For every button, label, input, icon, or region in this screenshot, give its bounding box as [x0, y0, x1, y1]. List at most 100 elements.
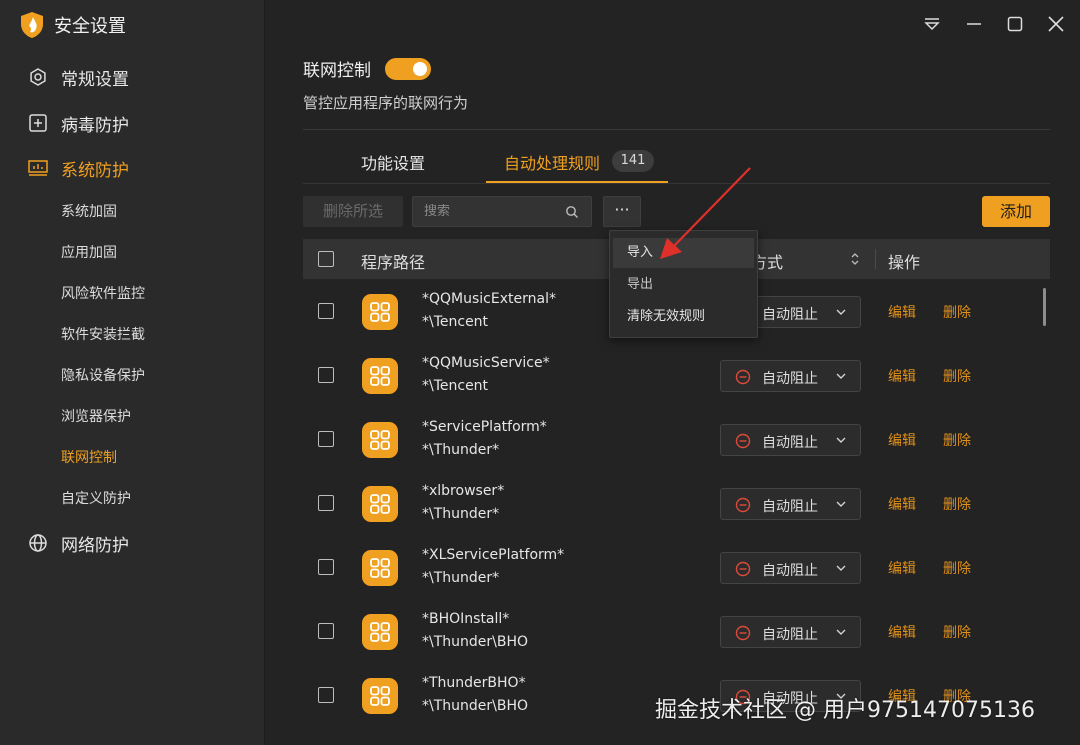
row-checkbox[interactable] [318, 687, 334, 703]
app-grid-icon [362, 422, 398, 458]
block-icon [735, 561, 751, 577]
table-row: *QQMusicService* *\Tencent 自动阻止 编辑 删除 [303, 344, 1050, 408]
tab-auto-rules[interactable]: 自动处理规则 [504, 150, 600, 174]
delete-link[interactable]: 删除 [943, 302, 971, 322]
sidebar-subitem-install-block[interactable]: 软件安装拦截 [61, 325, 145, 345]
program-path: *\Thunder\BHO [422, 634, 529, 650]
program-path: *\Thunder* [422, 570, 500, 586]
program-path: *\Thunder\BHO [422, 698, 529, 714]
sidebar-subitem-privacy-device[interactable]: 隐私设备保护 [61, 366, 145, 386]
more-options-menu: 导入 导出 清除无效规则 [609, 230, 758, 338]
program-path: *\Tencent [422, 378, 489, 394]
search-input[interactable] [424, 204, 554, 219]
maximize-icon[interactable] [1005, 14, 1025, 34]
app-grid-icon [362, 358, 398, 394]
chevron-down-icon [836, 437, 846, 443]
edit-link[interactable]: 编辑 [888, 366, 916, 386]
program-name: *BHOInstall* [422, 611, 510, 627]
block-icon [735, 497, 751, 513]
sidebar-subitem-browser[interactable]: 浏览器保护 [61, 407, 131, 427]
edit-link[interactable]: 编辑 [888, 622, 916, 642]
page-title: 联网控制 [303, 61, 371, 81]
sidebar-item-label: 常规设置 [61, 69, 129, 90]
globe-icon [29, 534, 47, 552]
delete-link[interactable]: 删除 [943, 430, 971, 450]
action-label: 自动阻止 [762, 563, 818, 579]
select-all-checkbox[interactable] [318, 251, 334, 267]
action-select[interactable]: 自动阻止 [720, 616, 861, 648]
page-description: 管控应用程序的联网行为 [303, 94, 469, 112]
action-select[interactable]: 自动阻止 [720, 424, 861, 456]
edit-link[interactable]: 编辑 [888, 430, 916, 450]
app-grid-icon [362, 678, 398, 714]
sidebar-item-label: 系统防护 [61, 160, 129, 181]
menu-item-clear-invalid[interactable]: 清除无效规则 [613, 302, 754, 332]
sidebar-subitem-system-harden[interactable]: 系统加固 [61, 202, 117, 222]
app-grid-icon [362, 614, 398, 650]
scrollbar-thumb[interactable] [1043, 288, 1046, 326]
delete-selected-button[interactable]: 删除所选 [303, 196, 403, 227]
gear-icon [30, 68, 46, 86]
app-title: 安全设置 [54, 16, 126, 37]
delete-link[interactable]: 删除 [943, 622, 971, 642]
search-box [412, 196, 592, 227]
program-name: *XLServicePlatform* [422, 547, 565, 563]
row-checkbox[interactable] [318, 303, 334, 319]
sidebar-subitem-network-control[interactable]: 联网控制 [61, 448, 117, 468]
program-name: *ServicePlatform* [422, 419, 547, 435]
edit-link[interactable]: 编辑 [888, 558, 916, 578]
sidebar: 安全设置 常规设置 病毒防护 系统防护 系统加固 应用加固 风险软件监控 软件安… [0, 0, 265, 745]
action-select[interactable]: 自动阻止 [720, 552, 861, 584]
program-path: *\Thunder* [422, 506, 500, 522]
sidebar-item-system[interactable]: 系统防护 [28, 154, 129, 182]
sidebar-subitem-app-harden[interactable]: 应用加固 [61, 243, 117, 263]
edit-link[interactable]: 编辑 [888, 494, 916, 514]
rules-count-badge: 141 [612, 150, 654, 172]
row-checkbox[interactable] [318, 431, 334, 447]
action-label: 自动阻止 [762, 371, 818, 387]
row-checkbox[interactable] [318, 559, 334, 575]
sidebar-subitem-risk-software[interactable]: 风险软件监控 [61, 284, 145, 304]
action-label: 自动阻止 [762, 307, 818, 323]
sidebar-item-network[interactable]: 网络防护 [28, 529, 129, 557]
dropdown-menu-icon[interactable] [922, 14, 942, 34]
action-label: 自动阻止 [762, 499, 818, 515]
sidebar-item-virus[interactable]: 病毒防护 [28, 109, 129, 137]
action-label: 自动阻止 [762, 627, 818, 643]
search-icon[interactable] [565, 205, 579, 219]
program-name: *QQMusicExternal* [422, 291, 556, 307]
action-select[interactable]: 自动阻止 [720, 488, 861, 520]
program-name: *xlbrowser* [422, 483, 505, 499]
close-icon[interactable] [1046, 14, 1066, 34]
menu-item-export[interactable]: 导出 [613, 270, 754, 300]
table-row: *XLServicePlatform* *\Thunder* 自动阻止 编辑 删除 [303, 536, 1050, 600]
row-checkbox[interactable] [318, 623, 334, 639]
tab-feature-settings[interactable]: 功能设置 [361, 150, 425, 174]
menu-item-import[interactable]: 导入 [613, 238, 754, 268]
delete-link[interactable]: 删除 [943, 494, 971, 514]
chevron-down-icon [836, 373, 846, 379]
sidebar-subitem-custom[interactable]: 自定义防护 [61, 489, 131, 509]
program-name: *ThunderBHO* [422, 675, 526, 691]
action-select[interactable]: 自动阻止 [720, 360, 861, 392]
more-options-button[interactable]: ··· [603, 196, 641, 227]
row-checkbox[interactable] [318, 495, 334, 511]
delete-link[interactable]: 删除 [943, 366, 971, 386]
delete-link[interactable]: 删除 [943, 558, 971, 578]
block-icon [735, 625, 751, 641]
app-grid-icon [362, 550, 398, 586]
minimize-icon[interactable] [964, 14, 984, 34]
edit-link[interactable]: 编辑 [888, 302, 916, 322]
table-row: *xlbrowser* *\Thunder* 自动阻止 编辑 删除 [303, 472, 1050, 536]
monitor-icon [28, 160, 48, 176]
table-row: *ServicePlatform* *\Thunder* 自动阻止 编辑 删除 [303, 408, 1050, 472]
tab-divider [303, 183, 1050, 184]
sort-icon[interactable] [850, 251, 860, 267]
sidebar-item-general[interactable]: 常规设置 [28, 63, 129, 91]
table-row: *BHOInstall* *\Thunder\BHO 自动阻止 编辑 删除 [303, 600, 1050, 664]
add-rule-button[interactable]: 添加 [982, 196, 1050, 227]
row-checkbox[interactable] [318, 367, 334, 383]
chevron-down-icon [836, 565, 846, 571]
sidebar-item-label: 病毒防护 [61, 115, 129, 136]
network-control-toggle[interactable] [385, 57, 431, 80]
